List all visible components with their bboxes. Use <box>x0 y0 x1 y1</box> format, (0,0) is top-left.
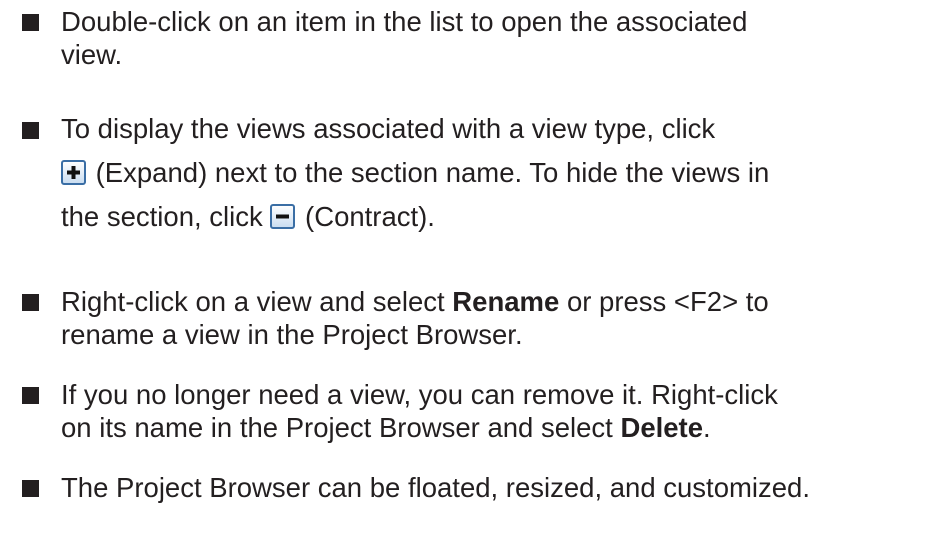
item-text: The Project Browser can be floated, resi… <box>61 471 931 504</box>
contract-label: (Contract). <box>305 201 435 232</box>
square-bullet-icon <box>22 14 39 31</box>
item-line: If you no longer need a view, you can re… <box>61 379 778 410</box>
item-line: Double-click on an item in the list to o… <box>61 6 748 37</box>
item-text: To display the views associated with a v… <box>61 107 931 239</box>
item-line: or press <F2> to <box>566 286 769 317</box>
expand-label: (Expand) next to the section name. To hi… <box>95 157 770 188</box>
contract-minus-icon <box>270 204 296 229</box>
item-text: Right-click on a view and select Rename … <box>61 285 931 351</box>
item-line: the section, click <box>61 201 263 232</box>
item-line: Right-click on a view and select <box>61 286 445 317</box>
item-line: rename a view in the Project Browser. <box>61 319 523 350</box>
item-text: Double-click on an item in the list to o… <box>61 5 931 71</box>
item-line: view. <box>61 39 123 70</box>
item-text: If you no longer need a view, you can re… <box>61 378 931 444</box>
square-bullet-icon <box>22 387 39 404</box>
expand-plus-icon <box>61 160 86 185</box>
square-bullet-icon <box>22 122 39 139</box>
item-line: on its name in the Project Browser and s… <box>61 412 613 443</box>
item-line: . <box>703 412 711 443</box>
rename-command: Rename <box>452 286 560 317</box>
square-bullet-icon <box>22 480 39 497</box>
item-line: The Project Browser can be floated, resi… <box>61 472 810 503</box>
item-line: To display the views associated with a v… <box>61 113 716 144</box>
delete-command: Delete <box>620 412 703 443</box>
bullet-list: Double-click on an item in the list to o… <box>0 0 937 539</box>
square-bullet-icon <box>22 294 39 311</box>
